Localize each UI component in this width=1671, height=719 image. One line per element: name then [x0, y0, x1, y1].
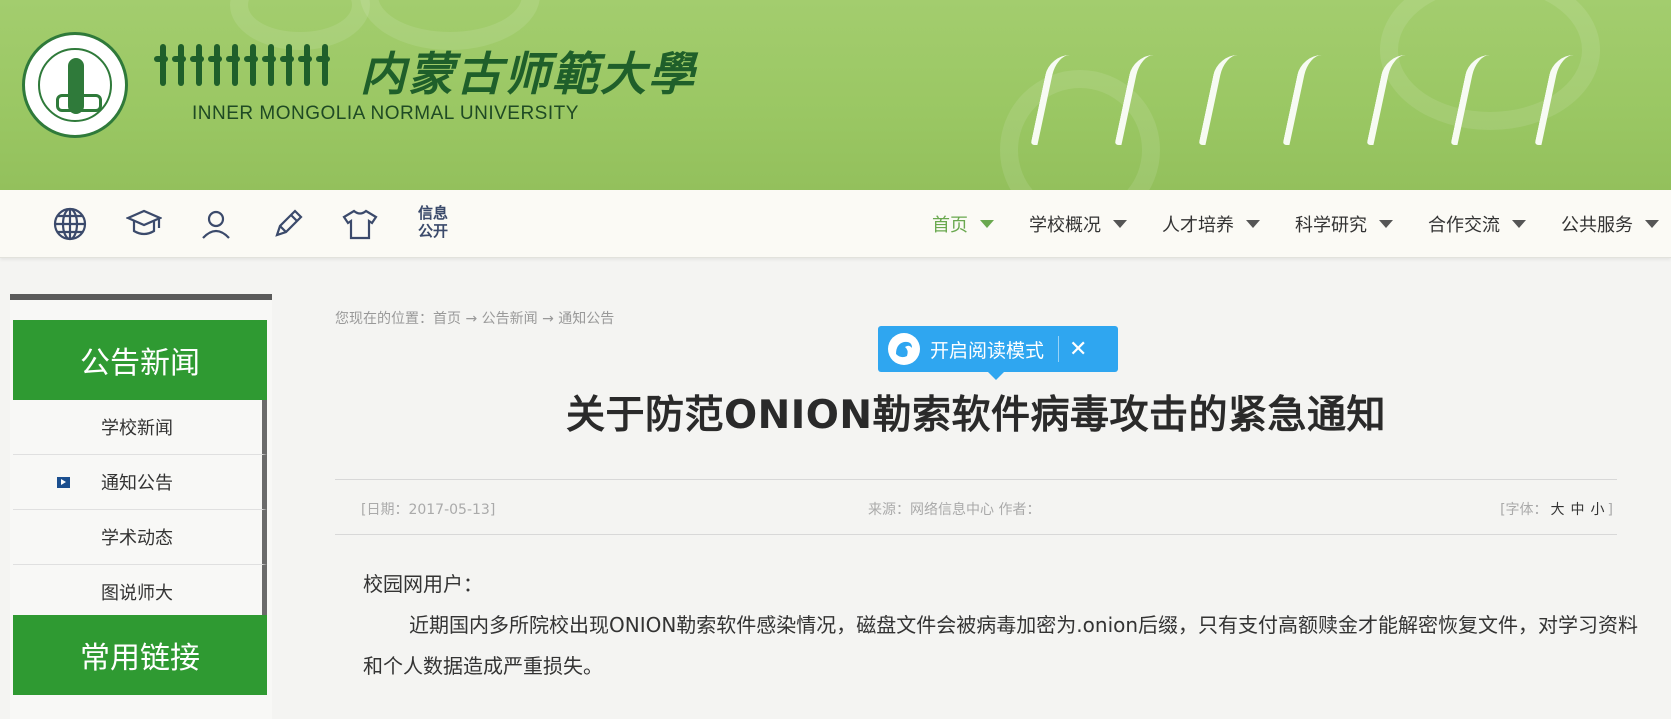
info-disclosure-link[interactable]: 信息 公开	[418, 204, 448, 240]
menu-school-overview[interactable]: 学校概况	[1029, 211, 1127, 237]
article-body: 校园网用户： 近期国内多所院校出现ONION勒索软件感染情况，磁盘文件会被病毒加…	[363, 564, 1653, 687]
menu-research[interactable]: 科学研究	[1295, 211, 1393, 237]
article-date: [日期：2017-05-13]	[361, 502, 496, 518]
squirrel-icon	[886, 331, 922, 367]
article-meta: [日期：2017-05-13] 来源：网络信息中心 作者： [字体：大中小]	[335, 479, 1617, 535]
shirt-icon[interactable]	[342, 206, 378, 242]
font-large-button[interactable]: 大	[1551, 502, 1565, 518]
chevron-down-icon	[1645, 220, 1659, 228]
sidebar-item-label: 通知公告	[101, 473, 173, 494]
user-icon[interactable]	[198, 206, 234, 242]
chevron-down-icon	[1379, 220, 1393, 228]
font-size-end: ]	[1607, 502, 1613, 518]
menu-label: 公共服务	[1561, 215, 1633, 236]
close-icon[interactable]: ✕	[1069, 337, 1087, 362]
mongolian-script-logo	[154, 44, 330, 96]
decorative-swirl	[230, 0, 370, 50]
university-seal-logo[interactable]	[22, 32, 128, 138]
university-name-chinese: 内蒙古师範大學	[360, 47, 696, 101]
article-source: 来源：网络信息中心 作者：	[868, 502, 1041, 518]
article-greeting: 校园网用户：	[363, 572, 483, 596]
menu-talent-training[interactable]: 人才培养	[1162, 211, 1260, 237]
play-arrow-icon	[57, 477, 70, 488]
article-panel: 您现在的位置：首页 → 公告新闻 → 通知公告 开启阅读模式 ✕ 关于防范ONI…	[305, 294, 1671, 719]
sidebar-links-title: 常用链接	[13, 615, 267, 695]
article-title: 关于防范ONION勒索软件病毒攻击的紧急通知	[565, 393, 1387, 438]
menu-label: 首页	[932, 215, 968, 236]
main-menu: 首页 学校概况 人才培养 科学研究 合作交流 公共服务	[932, 190, 1671, 258]
main-navbar: 信息 公开 首页 学校概况 人才培养 科学研究 合作交流 公共服务	[0, 190, 1671, 258]
sidebar-item-school-news[interactable]: 学校新闻	[13, 400, 267, 455]
reader-mode-popup[interactable]: 开启阅读模式 ✕	[878, 326, 1118, 380]
menu-label: 学校概况	[1029, 215, 1101, 236]
site-banner: 内蒙古师範大學 INNER MONGOLIA NORMAL UNIVERSITY	[0, 0, 1671, 190]
pencil-icon[interactable]	[270, 206, 306, 242]
menu-label: 合作交流	[1428, 215, 1500, 236]
chevron-down-icon	[980, 220, 994, 228]
breadcrumb[interactable]: 您现在的位置：首页 → 公告新闻 → 通知公告	[335, 308, 614, 328]
menu-label: 科学研究	[1295, 215, 1367, 236]
divider	[1058, 336, 1060, 362]
graduation-cap-icon[interactable]	[126, 206, 162, 242]
mongolian-calligraphy-decoration	[1030, 40, 1600, 160]
sidebar-item-label: 学校新闻	[101, 418, 173, 439]
sidebar-top-rule	[10, 294, 272, 300]
sidebar-section-title: 公告新闻	[13, 320, 267, 400]
font-size-switcher: [字体：大中小]	[1500, 499, 1613, 519]
menu-label: 人才培养	[1162, 215, 1234, 236]
font-size-label: [字体：	[1500, 502, 1548, 518]
sidebar-item-notices[interactable]: 通知公告	[13, 455, 267, 510]
font-medium-button[interactable]: 中	[1571, 502, 1585, 518]
sidebar: 公告新闻 学校新闻 通知公告 学术动态 图说师大 常用链接	[10, 294, 272, 719]
chevron-down-icon	[1246, 220, 1260, 228]
sidebar-item-photo-news[interactable]: 图说师大	[13, 565, 267, 620]
menu-public-services[interactable]: 公共服务	[1561, 211, 1659, 237]
font-small-button[interactable]: 小	[1591, 502, 1605, 518]
sidebar-list: 学校新闻 通知公告 学术动态 图说师大	[13, 400, 267, 620]
sidebar-item-label: 图说师大	[101, 583, 173, 604]
info-open-line1: 信息	[418, 204, 449, 222]
sidebar-item-academic[interactable]: 学术动态	[13, 510, 267, 565]
menu-cooperation[interactable]: 合作交流	[1428, 211, 1526, 237]
chevron-down-icon	[1512, 220, 1526, 228]
article-paragraph: 近期国内多所院校出现ONION勒索软件感染情况，磁盘文件会被病毒加密为.onio…	[363, 613, 1639, 678]
sidebar-item-label: 学术动态	[101, 528, 173, 549]
globe-icon[interactable]	[52, 206, 88, 242]
menu-home[interactable]: 首页	[932, 211, 994, 237]
info-open-line2: 公开	[418, 222, 449, 240]
chevron-down-icon	[1113, 220, 1127, 228]
university-name-english: INNER MONGOLIA NORMAL UNIVERSITY	[192, 103, 579, 124]
reader-mode-label: 开启阅读模式	[930, 339, 1045, 362]
